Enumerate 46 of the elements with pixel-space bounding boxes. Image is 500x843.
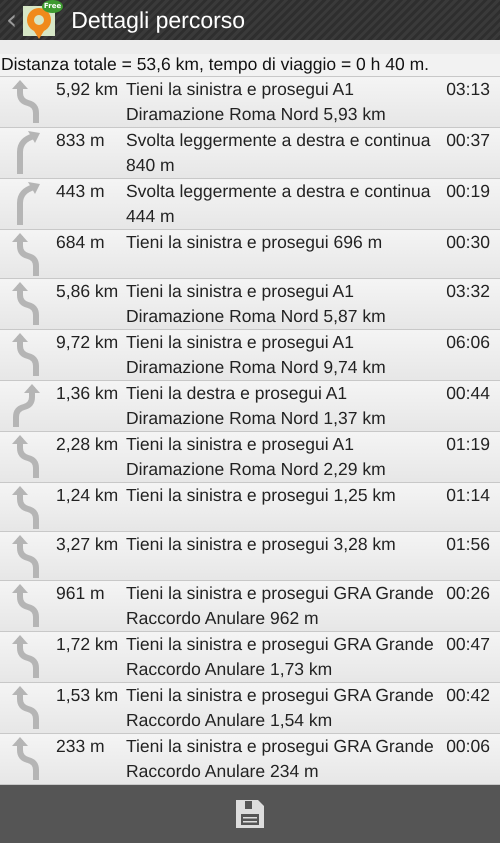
step-time: 03:32 — [446, 280, 491, 303]
back-icon[interactable]: ‹ — [6, 6, 18, 34]
step-distance: 961 m — [56, 582, 106, 605]
screen-title: Dettagli percorso — [71, 6, 246, 34]
step-distance: 1,24 km — [56, 484, 120, 507]
step-distance: 443 m — [56, 180, 106, 203]
step-distance: 5,86 km — [56, 280, 120, 303]
step-time: 00:42 — [446, 684, 491, 707]
step-distance: 9,72 km — [56, 330, 120, 354]
step-instruction: Tieni la sinistra e prosegui GRA Grande Raccordo Anulare 1,54 km — [126, 684, 435, 732]
step-time: 00:26 — [446, 582, 491, 605]
step-time: 00:06 — [446, 734, 491, 758]
step-distance: 833 m — [56, 128, 106, 152]
step-instruction: Tieni la sinistra e prosegui GRA Grande Raccordo Anulare 234 m — [126, 734, 435, 783]
step-time: 01:56 — [446, 532, 491, 556]
step-time: 00:44 — [446, 382, 491, 405]
step-time: 03:13 — [446, 78, 491, 101]
step-time: 06:06 — [446, 330, 491, 354]
save-button[interactable] — [234, 798, 266, 830]
step-instruction: Tieni la sinistra e prosegui GRA Grande Raccordo Anulare 962 m — [126, 582, 435, 630]
step-time: 00:47 — [446, 632, 491, 656]
step-instruction: Tieni la sinistra e prosegui A1 Diramazione Roma Nord 5,93 km — [126, 78, 387, 126]
step-distance: 3,27 km — [56, 532, 120, 556]
step-instruction: Tieni la sinistra e prosegui 1,25 km — [126, 484, 397, 507]
step-distance: 684 m — [56, 230, 106, 254]
step-time: 00:19 — [446, 180, 491, 203]
route-summary: Distanza totale = 53,6 km, tempo di viaggio = 0 h 40 m. — [0, 54, 500, 77]
step-time: 01:19 — [446, 432, 491, 456]
step-instruction: Tieni la sinistra e prosegui A1 Diramazione Roma Nord 5,87 km — [126, 280, 387, 328]
step-distance: 1,53 km — [56, 684, 120, 707]
step-instruction: Tieni la destra e prosegui A1 Diramazione Roma Nord 1,37 km — [126, 382, 387, 430]
step-instruction: Svolta leggermente a destra e continua 840 m — [126, 128, 432, 177]
step-instruction: Tieni la sinistra e prosegui 696 m — [126, 230, 384, 254]
step-instruction: Tieni la sinistra e prosegui GRA Grande Raccordo Anulare 1,73 km — [126, 632, 435, 681]
step-instruction: Svolta leggermente a destra e continua 444 m — [126, 180, 432, 228]
step-time: 01:14 — [446, 484, 491, 507]
step-instruction: Tieni la sinistra e prosegui A1 Diramazione Roma Nord 9,74 km — [126, 330, 387, 379]
step-distance: 2,28 km — [56, 432, 120, 456]
step-time: 00:37 — [446, 128, 491, 152]
step-distance: 5,92 km — [56, 78, 120, 101]
step-time: 00:30 — [446, 230, 491, 254]
step-instruction: Tieni la sinistra e prosegui A1 Diramazione Roma Nord 2,29 km — [126, 432, 387, 481]
step-distance: 233 m — [56, 734, 106, 758]
step-distance: 1,36 km — [56, 382, 120, 405]
step-instruction: Tieni la sinistra e prosegui 3,28 km — [126, 532, 397, 556]
step-distance: 1,72 km — [56, 632, 120, 656]
